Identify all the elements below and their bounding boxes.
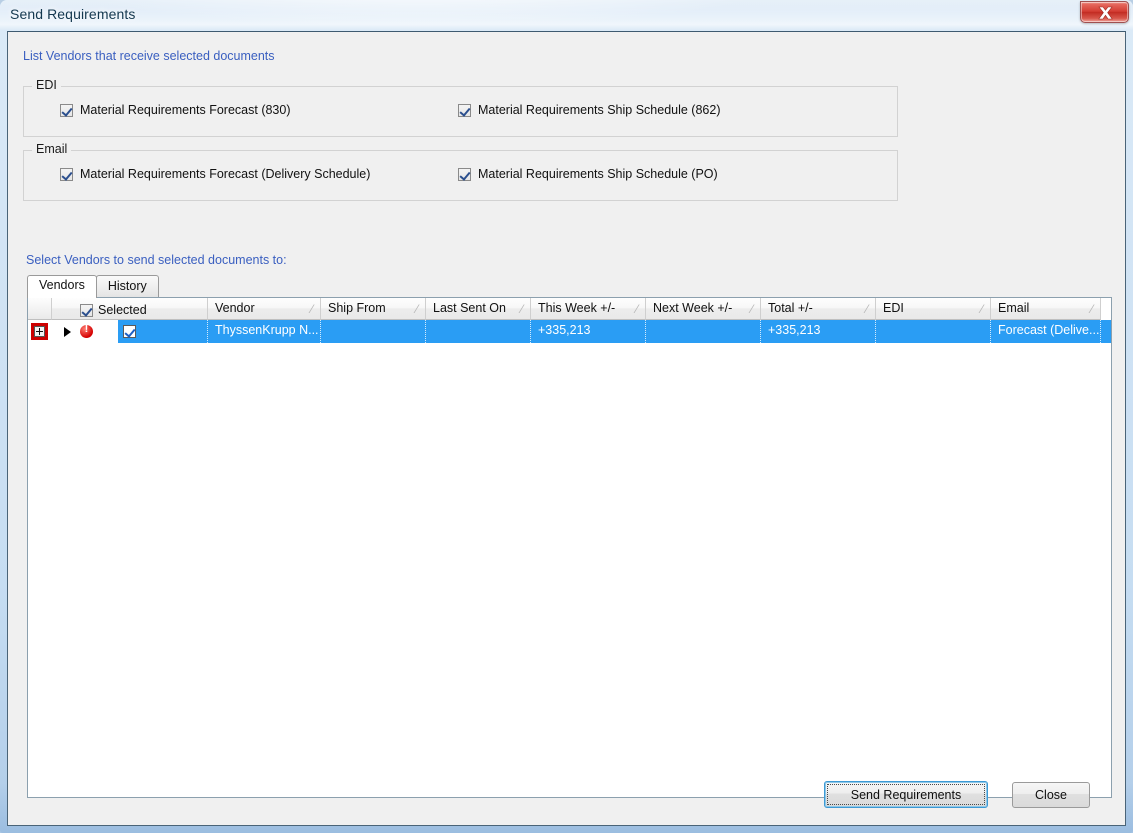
cell-next-week[interactable] <box>646 320 761 343</box>
checkbox-box-icon[interactable] <box>60 103 73 117</box>
vendors-grid-viewport: Selected Vendor ⁄ Ship From ⁄ Last Sent … <box>28 298 1111 797</box>
sort-indicator-icon[interactable]: ⁄ <box>636 302 638 316</box>
checkbox-label: Material Requirements Ship Schedule (862… <box>478 103 721 117</box>
button-label: Close <box>1035 788 1067 802</box>
close-button[interactable]: Close <box>1012 782 1090 808</box>
checkbox-email-forecast-delivery-schedule[interactable]: Material Requirements Forecast (Delivery… <box>60 167 370 181</box>
cell-this-week[interactable]: +335,213 <box>531 320 646 343</box>
column-label: EDI <box>883 301 904 315</box>
grid-header-row: Selected Vendor ⁄ Ship From ⁄ Last Sent … <box>28 298 1111 320</box>
group-edi: EDI Material Requirements Forecast (830)… <box>23 78 898 137</box>
grid-column-header-this-week[interactable]: This Week +/- ⁄ <box>531 298 646 320</box>
tab-history[interactable]: History <box>95 275 159 297</box>
close-icon <box>1098 6 1113 20</box>
checkbox-label: Material Requirements Forecast (Delivery… <box>80 167 371 181</box>
cell-email[interactable]: Forecast (Delive... <box>991 320 1101 343</box>
column-label: Total +/- <box>768 301 813 315</box>
title-bar-sheen <box>0 0 1133 20</box>
window-title: Send Requirements <box>10 6 136 22</box>
column-label: Vendor <box>215 301 255 315</box>
sort-indicator-icon[interactable]: ⁄ <box>521 302 523 316</box>
grid-column-header-ship-from[interactable]: Ship From ⁄ <box>321 298 426 320</box>
grid-row-state-indicators <box>52 320 118 343</box>
sort-indicator-icon[interactable]: ⁄ <box>311 302 313 316</box>
checkbox-label: Material Requirements Forecast (830) <box>80 103 291 117</box>
sort-indicator-icon[interactable]: ⁄ <box>751 302 753 316</box>
select-all-checkbox[interactable] <box>80 303 93 317</box>
checkbox-edi-forecast-830[interactable]: Material Requirements Forecast (830) <box>60 103 291 117</box>
vendors-grid[interactable]: Selected Vendor ⁄ Ship From ⁄ Last Sent … <box>27 297 1112 798</box>
tab-strip: Vendors History <box>27 275 159 298</box>
group-email-label: Email <box>32 142 72 156</box>
tab-label: History <box>107 279 147 293</box>
button-label: Send Requirements <box>850 787 962 802</box>
sort-indicator-icon[interactable]: ⁄ <box>866 302 868 316</box>
column-label: Last Sent On <box>433 301 506 315</box>
grid-rowheader-corner <box>28 298 52 320</box>
checkbox-box-icon[interactable] <box>458 103 471 117</box>
checkbox-email-ship-schedule-po[interactable]: Material Requirements Ship Schedule (PO) <box>458 167 718 181</box>
grid-row-header[interactable] <box>28 320 52 343</box>
dialog-client-area: List Vendors that receive selected docum… <box>7 31 1126 826</box>
cell-total[interactable]: +335,213 <box>761 320 876 343</box>
checkbox-box-icon[interactable] <box>458 167 471 181</box>
column-label: Next Week +/- <box>653 301 733 315</box>
grid-column-header-email[interactable]: Email ⁄ <box>991 298 1101 320</box>
send-requirements-button[interactable]: Send Requirements <box>824 781 988 808</box>
current-row-arrow-icon <box>64 326 71 337</box>
checkbox-box-icon[interactable] <box>60 167 73 181</box>
row-error-icon[interactable] <box>80 323 93 338</box>
column-label: This Week +/- <box>538 301 616 315</box>
cell-vendor[interactable]: ThyssenKrupp N... <box>208 320 321 343</box>
close-window-button[interactable] <box>1080 1 1129 23</box>
grid-column-header-selected[interactable]: Selected <box>52 298 208 320</box>
grid-column-header-total[interactable]: Total +/- ⁄ <box>761 298 876 320</box>
expand-row-icon[interactable] <box>31 323 48 340</box>
grid-column-header-vendor[interactable]: Vendor ⁄ <box>208 298 321 320</box>
column-label: Selected <box>98 303 147 317</box>
grid-column-header-next-week[interactable]: Next Week +/- ⁄ <box>646 298 761 320</box>
checkbox-edi-ship-schedule-862[interactable]: Material Requirements Ship Schedule (862… <box>458 103 721 117</box>
instruction-vendors: Select Vendors to send selected document… <box>26 253 287 267</box>
tab-label: Vendors <box>39 278 85 292</box>
group-edi-label: EDI <box>32 78 61 92</box>
sort-indicator-icon[interactable]: ⁄ <box>416 302 418 316</box>
cell-last-sent-on[interactable] <box>426 320 531 343</box>
row-select-checkbox[interactable] <box>123 325 136 338</box>
cell-ship-from[interactable] <box>321 320 426 343</box>
dialog-window: Send Requirements List Vendors that rece… <box>0 0 1133 833</box>
group-email: Email Material Requirements Forecast (De… <box>23 142 898 201</box>
column-label: Email <box>998 301 1030 315</box>
checkbox-label: Material Requirements Ship Schedule (PO) <box>478 167 718 181</box>
table-row[interactable]: ThyssenKrupp N... +335,213 +335,213 Fore… <box>28 320 1111 343</box>
sort-indicator-icon[interactable]: ⁄ <box>981 302 983 316</box>
column-label: Ship From <box>328 301 386 315</box>
tab-vendors[interactable]: Vendors <box>27 275 97 298</box>
grid-column-header-edi[interactable]: EDI ⁄ <box>876 298 991 320</box>
instruction-documents: List Vendors that receive selected docum… <box>23 49 275 63</box>
cell-edi[interactable] <box>876 320 991 343</box>
sort-indicator-icon[interactable]: ⁄ <box>1091 302 1093 316</box>
grid-column-header-last-sent-on[interactable]: Last Sent On ⁄ <box>426 298 531 320</box>
